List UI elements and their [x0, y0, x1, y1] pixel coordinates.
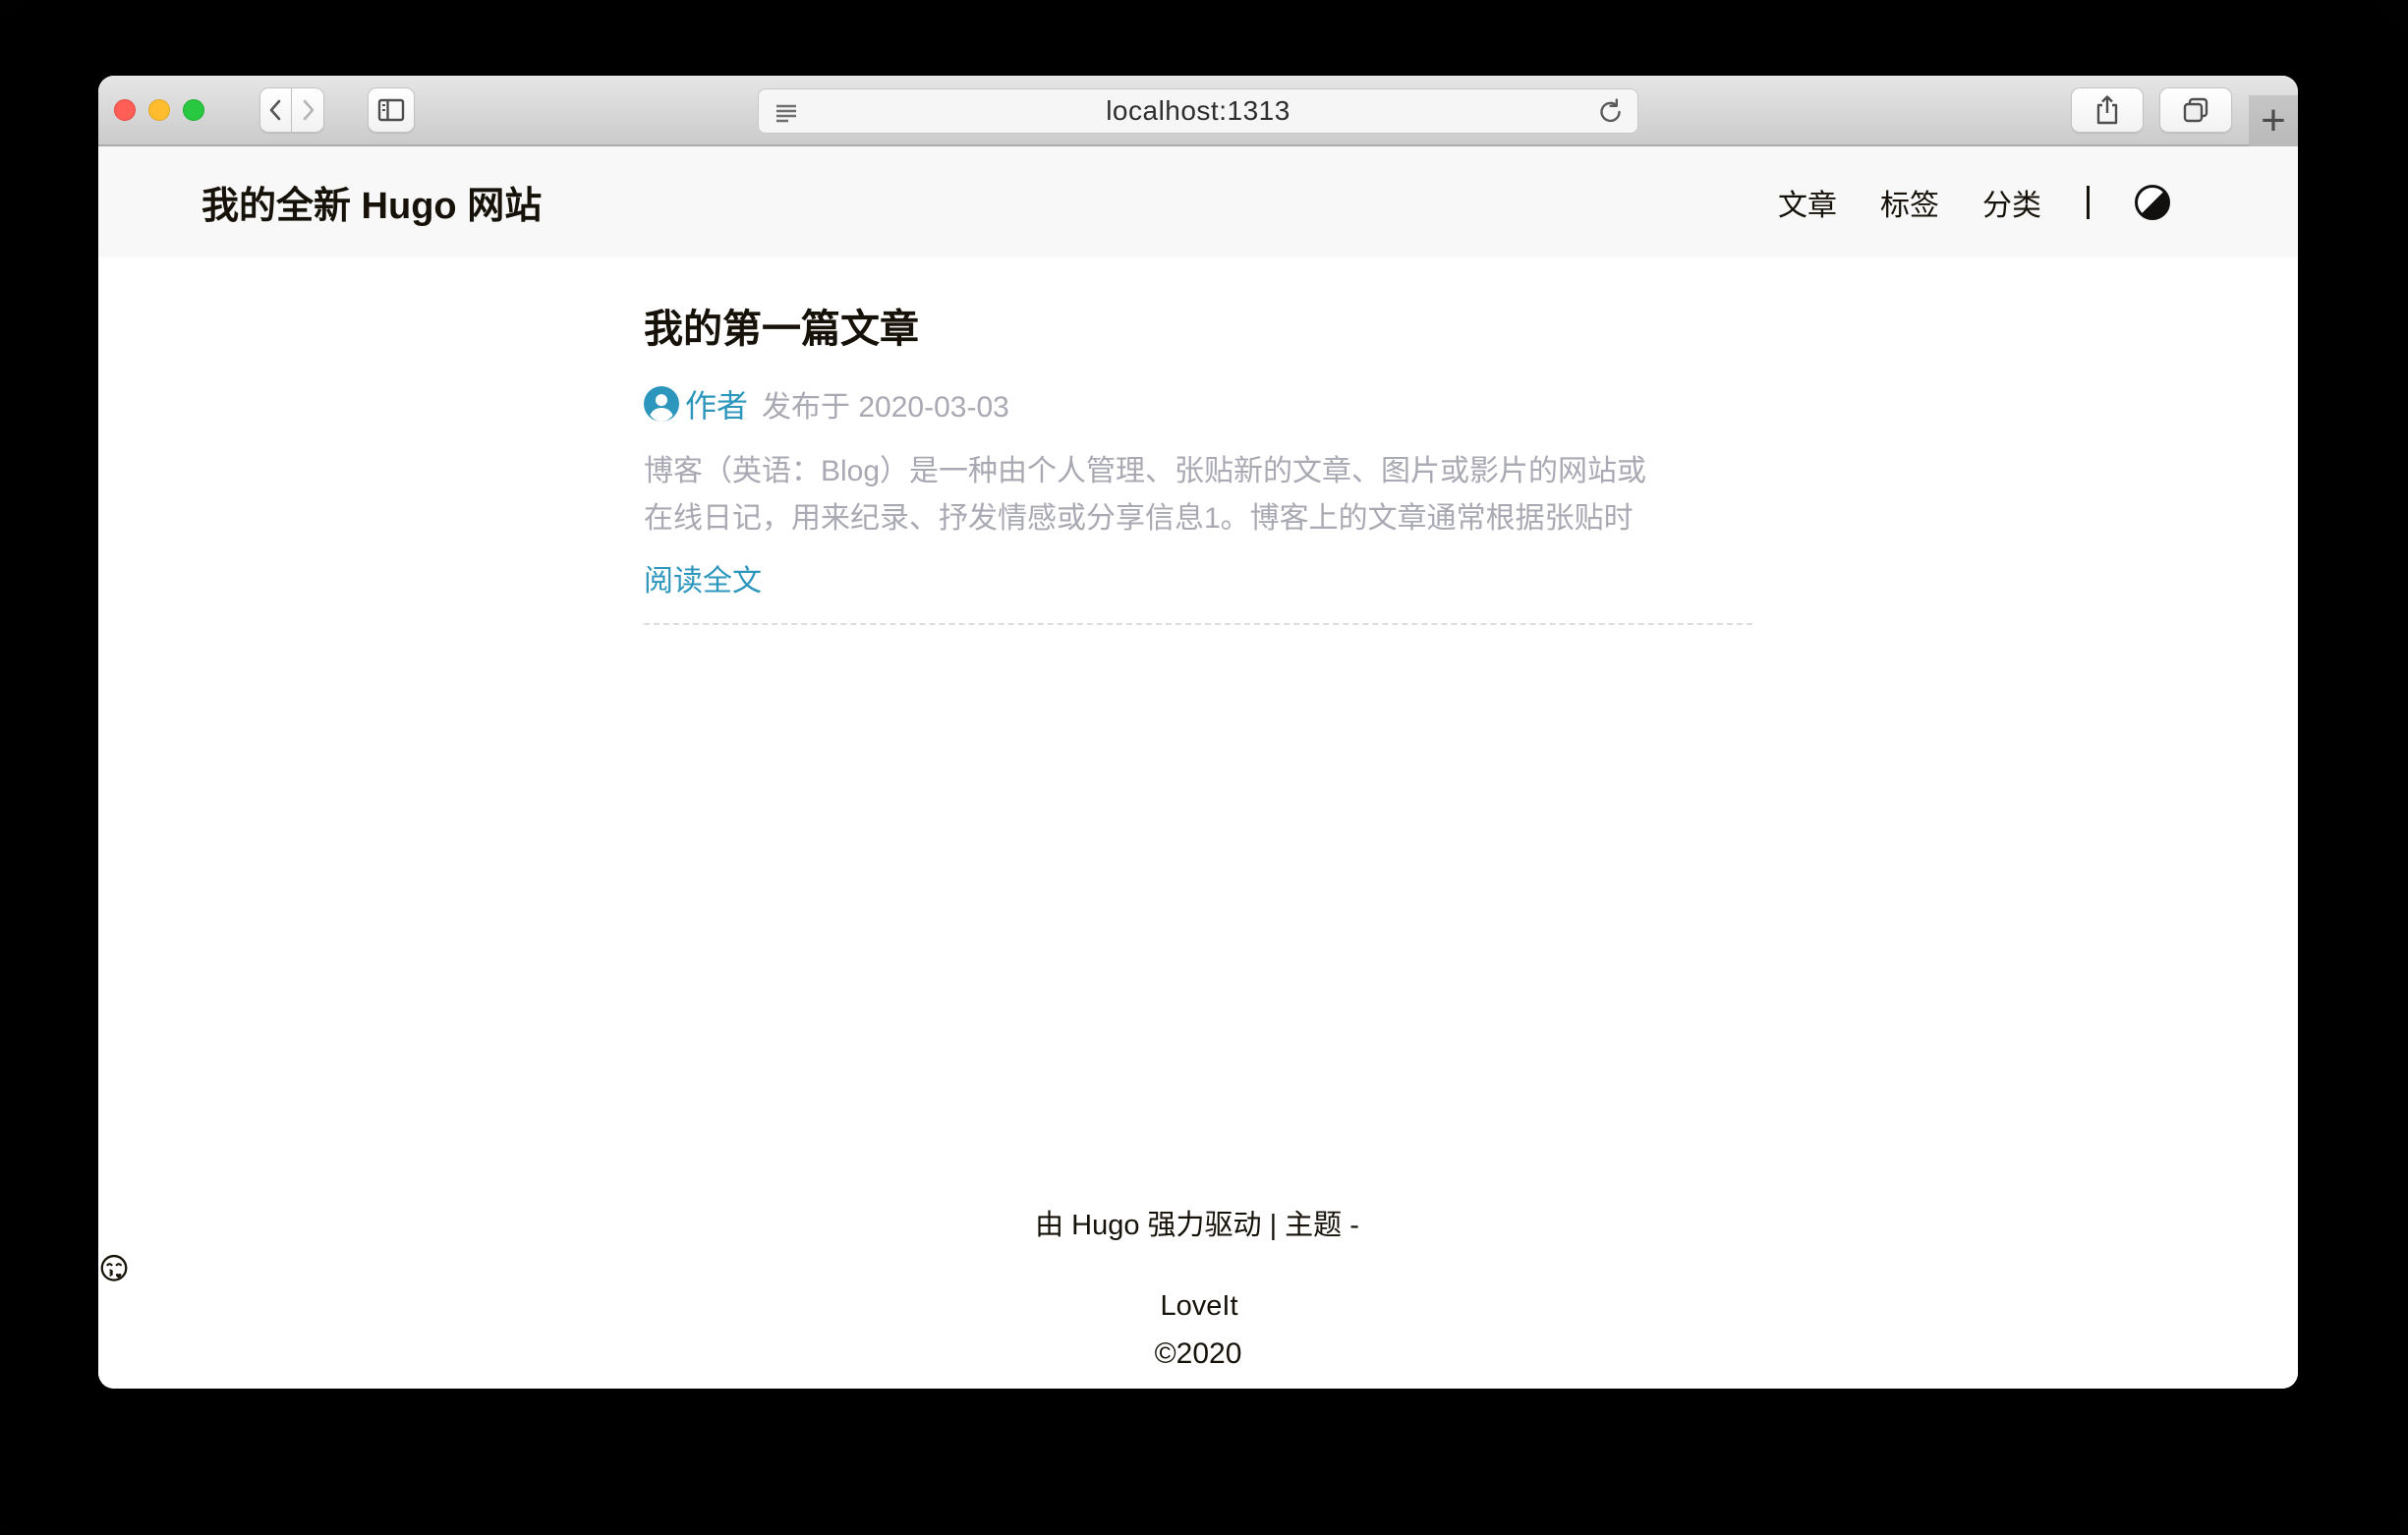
history-buttons: [259, 87, 324, 133]
sidebar-toggle-button[interactable]: [368, 87, 415, 133]
site-title[interactable]: 我的全新 Hugo 网站: [201, 175, 542, 229]
new-tab-button[interactable]: +: [2249, 95, 2298, 146]
share-icon: [2093, 94, 2121, 126]
sidebar-icon: [376, 96, 406, 124]
share-button[interactable]: [2071, 87, 2144, 133]
post-title[interactable]: 我的第一篇文章: [644, 307, 1752, 352]
forward-button[interactable]: [292, 87, 324, 133]
post-meta: 作者 发布于 2020-03-03: [644, 381, 1752, 426]
url-field[interactable]: localhost:1313: [758, 88, 1638, 134]
site-footer: 由 Hugo 强力驱动 | 主题 - LoveIt ©2020: [98, 1204, 2298, 1389]
webpage: 我的全新 Hugo 网站 文章 标签 分类 我的第一篇文章: [98, 146, 2298, 1389]
close-button[interactable]: [114, 99, 136, 121]
footer-copyright: ©2020: [98, 1334, 2298, 1375]
post-divider: [644, 623, 1752, 625]
footer-theme-link[interactable]: LoveIt: [1161, 1290, 1238, 1322]
zoom-button[interactable]: [183, 99, 204, 121]
traffic-lights: [114, 99, 204, 121]
url-text: localhost:1313: [1106, 95, 1290, 127]
nav-item-tags[interactable]: 标签: [1880, 181, 1939, 224]
footer-powered-text: 由 Hugo 强力驱动 | 主题 -: [1035, 1210, 1359, 1241]
back-button[interactable]: [259, 87, 292, 133]
read-more-link[interactable]: 阅读全文: [644, 556, 762, 599]
chevron-right-icon: [297, 97, 318, 123]
post-summary-line: 在线日记，用来纪录、抒发情感或分享信息1。博客上的文章通常根据张贴时: [644, 495, 1752, 542]
article-summary: 我的第一篇文章 作者 发布于 2020-03-03 博客（英语：Blog）是一种…: [644, 257, 1752, 625]
nav-item-categories[interactable]: 分类: [1982, 181, 2041, 224]
tabs-icon: [2180, 95, 2211, 125]
browser-window: localhost:1313: [98, 76, 2298, 1389]
nav-item-posts[interactable]: 文章: [1778, 181, 1837, 224]
chevron-left-icon: [265, 97, 287, 123]
main-content: 我的第一篇文章 作者 发布于 2020-03-03 博客（英语：Blog）是一种…: [98, 257, 2298, 1204]
reader-view-icon[interactable]: [773, 98, 800, 126]
site-header: 我的全新 Hugo 网站 文章 标签 分类: [98, 146, 2298, 257]
post-summary: 博客（英语：Blog）是一种由个人管理、张贴新的文章、图片或影片的网站或 在线日…: [644, 448, 1752, 542]
kiss-face-icon: [98, 1253, 2298, 1284]
author-link[interactable]: 作者: [685, 381, 748, 426]
minimize-button[interactable]: [148, 99, 170, 121]
refresh-button[interactable]: [1596, 97, 1626, 127]
browser-toolbar: localhost:1313: [98, 76, 2298, 146]
author-icon: [644, 386, 679, 422]
footer-powered-line: 由 Hugo 强力驱动 | 主题 - LoveIt: [98, 1204, 2298, 1334]
theme-toggle-icon[interactable]: [2135, 185, 2170, 220]
site-nav: 文章 标签 分类: [1778, 181, 2170, 224]
tab-overview-button[interactable]: [2159, 87, 2232, 133]
nav-separator: [2087, 186, 2090, 219]
post-publish-date: 发布于 2020-03-03: [762, 382, 1009, 426]
post-summary-line: 博客（英语：Blog）是一种由个人管理、张贴新的文章、图片或影片的网站或: [644, 448, 1752, 495]
